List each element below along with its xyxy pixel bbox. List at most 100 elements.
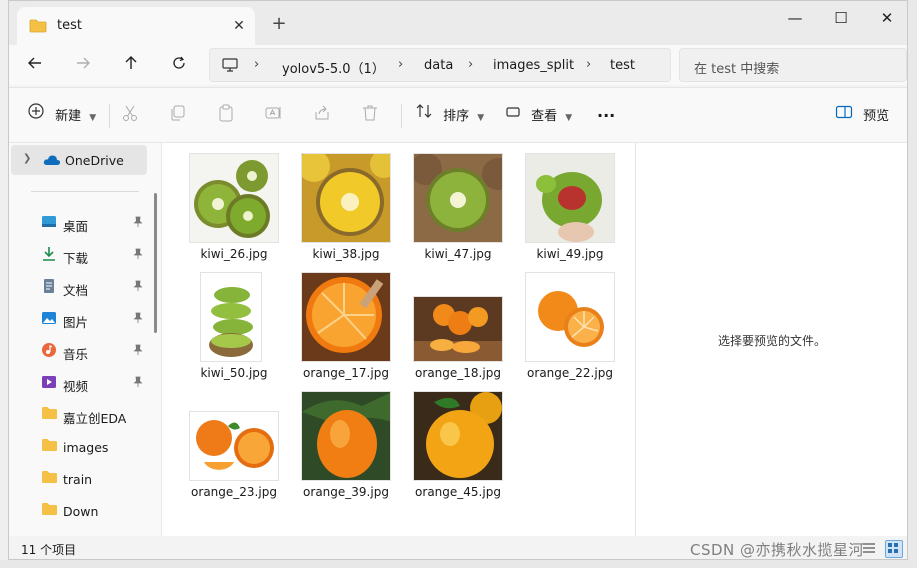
- refresh-icon[interactable]: [163, 51, 195, 79]
- pin-icon: [133, 344, 143, 359]
- sidebar-item-downloads[interactable]: 下载: [9, 240, 149, 270]
- chevron-down-icon: ▼: [89, 113, 97, 123]
- file-item[interactable]: kiwi_50.jpg: [184, 272, 284, 390]
- kiwi-thumbnail: [301, 153, 391, 243]
- file-name: kiwi_38.jpg: [312, 247, 380, 261]
- tab-close-icon[interactable]: ✕: [229, 16, 249, 36]
- sidebar-divider: [31, 191, 139, 192]
- maximize-button[interactable]: ☐: [818, 5, 864, 33]
- file-item[interactable]: orange_17.jpg: [296, 272, 396, 390]
- sort-button[interactable]: 排序 ▼: [415, 102, 484, 130]
- file-item[interactable]: orange_23.jpg: [184, 391, 284, 509]
- breadcrumb-test[interactable]: test: [610, 58, 635, 73]
- sidebar-item-label: 嘉立创EDA: [63, 411, 127, 426]
- cut-icon[interactable]: [121, 104, 147, 128]
- sidebar-item-label: Down: [63, 504, 99, 519]
- view-button[interactable]: 查看 ▼: [505, 102, 572, 130]
- new-tab-button[interactable]: +: [267, 13, 291, 37]
- file-item[interactable]: orange_45.jpg: [408, 391, 508, 509]
- sidebar-item-label: 桌面: [63, 219, 89, 234]
- share-icon[interactable]: [313, 104, 339, 128]
- pin-icon: [133, 280, 143, 295]
- desktop-background-left: [0, 0, 8, 568]
- file-name: kiwi_49.jpg: [536, 247, 604, 261]
- more-options-button[interactable]: ···: [597, 102, 615, 130]
- preview-message: 选择要预览的文件。: [717, 334, 826, 348]
- sort-icon: [415, 102, 433, 130]
- kiwi-thumbnail: [525, 153, 615, 243]
- pictures-icon: [41, 310, 57, 329]
- sidebar-item-label: 图片: [63, 315, 89, 330]
- sidebar-item-music[interactable]: 音乐: [9, 336, 149, 366]
- breadcrumb-separator: ›: [398, 57, 404, 72]
- new-button[interactable]: 新建 ▼: [27, 102, 96, 130]
- sidebar-item-onedrive[interactable]: ❯ OneDrive: [11, 145, 147, 175]
- address-bar[interactable]: › yolov5-5.0（1） › data › images_split › …: [209, 48, 671, 82]
- pin-icon: [133, 216, 143, 231]
- sidebar-item-down[interactable]: Down: [9, 496, 149, 526]
- tab-test[interactable]: test ✕: [17, 7, 255, 45]
- file-name: kiwi_50.jpg: [200, 366, 268, 380]
- rename-icon[interactable]: [265, 104, 291, 128]
- plus-circle-icon: [27, 102, 45, 131]
- computer-icon: [222, 58, 238, 75]
- sidebar-item-train[interactable]: train: [9, 464, 149, 494]
- file-item[interactable]: kiwi_26.jpg: [184, 153, 284, 271]
- minimize-button[interactable]: —: [772, 5, 818, 33]
- sidebar-item-documents[interactable]: 文档: [9, 272, 149, 302]
- search-placeholder: 在 test 中搜索: [694, 62, 780, 77]
- sidebar-item-videos[interactable]: 视频: [9, 368, 149, 398]
- sort-label: 排序: [443, 108, 470, 124]
- file-item[interactable]: kiwi_38.jpg: [296, 153, 396, 271]
- back-arrow-icon[interactable]: [19, 51, 51, 79]
- file-name: orange_45.jpg: [415, 485, 501, 499]
- sidebar-item-label: 音乐: [63, 347, 89, 362]
- file-name: orange_18.jpg: [415, 366, 501, 380]
- file-item[interactable]: orange_18.jpg: [408, 272, 508, 390]
- download-icon: [41, 246, 57, 265]
- search-input[interactable]: 在 test 中搜索: [679, 48, 907, 82]
- file-explorer-window: test ✕ + — ☐ ✕ › yolov5-5.0（1） › data › …: [8, 0, 908, 560]
- sidebar-scrollbar[interactable]: [154, 193, 157, 333]
- paste-icon[interactable]: [217, 104, 243, 128]
- breadcrumb-yolov5[interactable]: yolov5-5.0（1）: [282, 58, 385, 77]
- file-item[interactable]: kiwi_47.jpg: [408, 153, 508, 271]
- preview-label: 预览: [863, 108, 890, 124]
- close-window-button[interactable]: ✕: [864, 5, 907, 33]
- breadcrumb-separator: ›: [254, 57, 260, 72]
- chevron-right-icon: ❯: [23, 153, 32, 164]
- orange-thumbnail: [413, 296, 503, 362]
- pin-icon: [133, 312, 143, 327]
- large-icons-view-icon[interactable]: [885, 540, 903, 558]
- sidebar-item-desktop[interactable]: 桌面: [9, 208, 149, 238]
- document-icon: [41, 278, 57, 297]
- breadcrumb-images-split[interactable]: images_split: [493, 58, 574, 73]
- file-name: kiwi_26.jpg: [200, 247, 268, 261]
- sidebar-item-images[interactable]: images: [9, 432, 149, 462]
- breadcrumb-data[interactable]: data: [424, 58, 453, 73]
- tab-title: test: [57, 18, 82, 33]
- file-item[interactable]: orange_39.jpg: [296, 391, 396, 509]
- orange-thumbnail: [189, 411, 279, 481]
- music-icon: [41, 342, 57, 361]
- orange-thumbnail: [413, 391, 503, 481]
- forward-arrow-icon[interactable]: [67, 51, 99, 79]
- folder-icon: [41, 502, 58, 519]
- desktop-background-right: [908, 0, 917, 568]
- desktop-icon: [41, 214, 57, 233]
- preview-pane-button[interactable]: 预览: [835, 102, 889, 130]
- up-arrow-icon[interactable]: [115, 51, 147, 79]
- sidebar-item-pictures[interactable]: 图片: [9, 304, 149, 334]
- video-icon: [41, 374, 57, 393]
- file-list-view[interactable]: kiwi_26.jpg kiwi_38.jpg kiwi_47.jpg kiwi…: [161, 143, 636, 536]
- file-name: orange_22.jpg: [527, 366, 613, 380]
- folder-icon: [29, 19, 47, 36]
- sidebar-item-jlceda[interactable]: 嘉立创EDA: [9, 400, 149, 430]
- breadcrumb-separator: ›: [586, 57, 592, 72]
- file-item[interactable]: kiwi_49.jpg: [520, 153, 620, 271]
- file-item[interactable]: orange_22.jpg: [520, 272, 620, 390]
- preview-pane-icon: [835, 102, 853, 130]
- delete-icon[interactable]: [361, 104, 387, 128]
- copy-icon[interactable]: [169, 104, 195, 128]
- file-name: kiwi_47.jpg: [424, 247, 492, 261]
